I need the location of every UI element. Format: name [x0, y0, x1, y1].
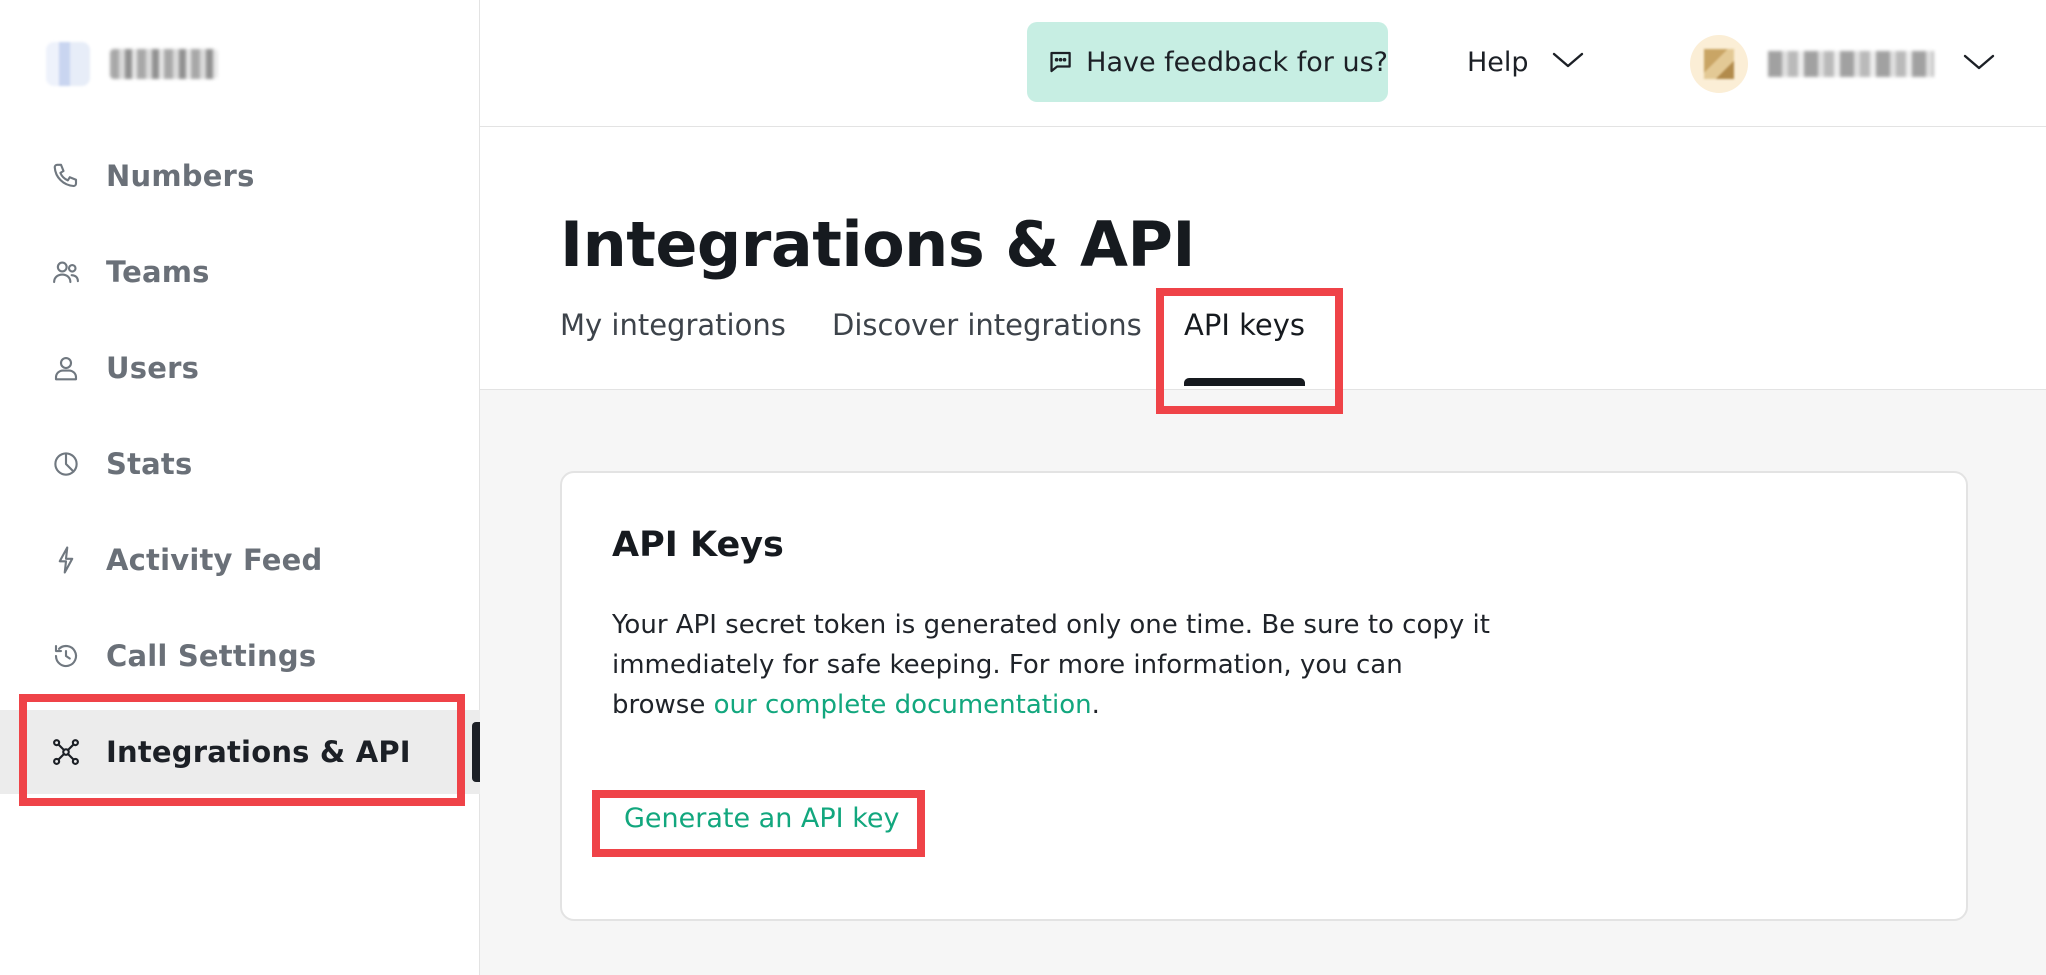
sidebar: Numbers Teams Users Stats Activity Feed … [0, 0, 480, 975]
network-icon [50, 736, 82, 768]
phone-icon [50, 160, 82, 192]
sidebar-item-activity-feed[interactable]: Activity Feed [0, 518, 480, 602]
sidebar-collapse-handle[interactable] [472, 722, 480, 782]
sidebar-item-label: Activity Feed [106, 543, 323, 577]
top-header: Have feedback for us? Help [480, 0, 2046, 127]
tab-discover-integrations[interactable]: Discover integrations [832, 308, 1142, 388]
pie-chart-icon [50, 448, 82, 480]
chevron-down-icon [1551, 49, 1585, 75]
tab-api-keys[interactable]: API keys [1184, 308, 1305, 388]
sidebar-item-numbers[interactable]: Numbers [0, 134, 480, 218]
tab-label: API keys [1184, 308, 1305, 342]
documentation-link[interactable]: our complete documentation [714, 690, 1092, 720]
feedback-button[interactable]: Have feedback for us? [1027, 22, 1388, 102]
tab-my-integrations[interactable]: My integrations [560, 308, 786, 388]
page-header: Integrations & API My integrations Disco… [480, 128, 2046, 390]
sidebar-item-users[interactable]: Users [0, 326, 480, 410]
sidebar-item-label: Call Settings [106, 639, 317, 673]
user-icon [50, 352, 82, 384]
help-label: Help [1467, 46, 1529, 78]
card-description: Your API secret token is generated only … [612, 605, 1492, 725]
sidebar-item-stats[interactable]: Stats [0, 422, 480, 506]
avatar [1690, 35, 1748, 93]
active-tab-indicator [1184, 378, 1305, 386]
sidebar-item-integrations[interactable]: Integrations & API [0, 710, 480, 794]
feedback-label: Have feedback for us? [1086, 46, 1388, 78]
company-name-redacted [110, 49, 218, 79]
sidebar-item-label: Teams [106, 255, 210, 289]
sidebar-item-label: Integrations & API [106, 735, 411, 769]
user-name-redacted [1768, 51, 1934, 77]
api-keys-card: API Keys Your API secret token is genera… [560, 471, 1968, 921]
sidebar-item-teams[interactable]: Teams [0, 230, 480, 314]
sidebar-item-label: Numbers [106, 159, 255, 193]
chat-bubble-icon [1050, 51, 1071, 73]
lightning-icon [50, 544, 82, 576]
sidebar-item-call-settings[interactable]: Call Settings [0, 614, 480, 698]
sidebar-item-label: Users [106, 351, 200, 385]
tab-label: My integrations [560, 308, 786, 342]
user-menu[interactable] [1690, 34, 1996, 94]
generate-api-key-button[interactable]: Generate an API key [624, 803, 899, 834]
card-title: API Keys [612, 525, 784, 565]
team-icon [50, 256, 82, 288]
chevron-down-icon [1962, 51, 1996, 77]
history-icon [50, 640, 82, 672]
page-title: Integrations & API [560, 208, 1195, 281]
main-content: API Keys Your API secret token is genera… [480, 390, 2046, 975]
logo-icon [46, 42, 90, 86]
tab-label: Discover integrations [832, 308, 1142, 342]
description-suffix: . [1091, 690, 1100, 720]
brand-logo[interactable] [46, 42, 218, 86]
help-menu[interactable]: Help [1467, 34, 1585, 90]
sidebar-item-label: Stats [106, 447, 193, 481]
